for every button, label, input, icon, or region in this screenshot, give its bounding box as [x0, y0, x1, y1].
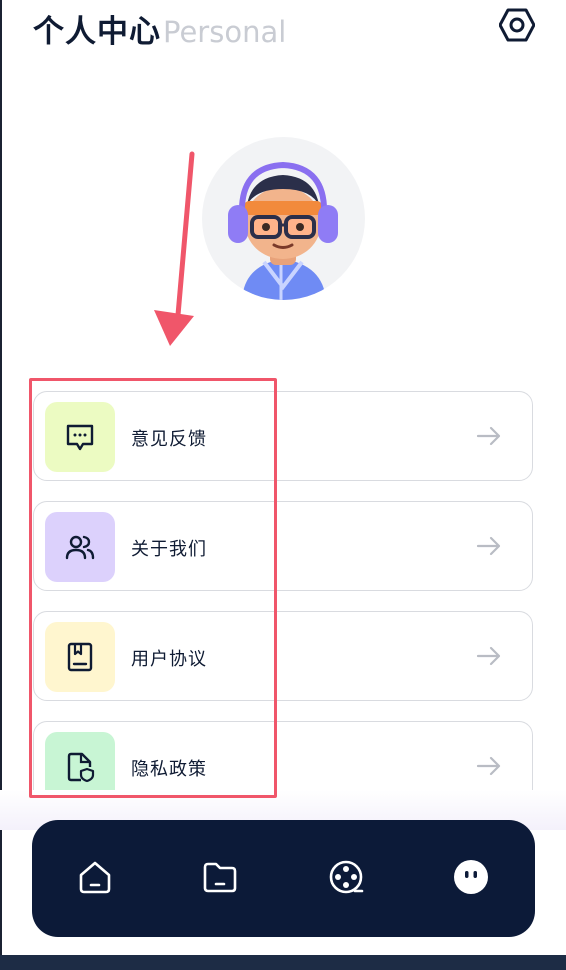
page-subtitle: Personal — [163, 15, 287, 49]
avatar-illustration — [228, 161, 338, 300]
arrow-right-icon — [476, 756, 501, 776]
avatar[interactable] — [202, 137, 365, 300]
profile-face-icon — [454, 860, 488, 894]
home-icon — [79, 861, 111, 894]
page-title: 个人中心 — [33, 14, 161, 50]
arrow-right-icon — [476, 426, 501, 446]
arrow-right-icon — [476, 646, 501, 666]
settings-button[interactable] — [498, 6, 536, 44]
tab-home[interactable] — [75, 857, 115, 897]
bottom-tab-bar — [32, 820, 535, 937]
film-reel-icon — [329, 860, 364, 894]
page-header: 个人中心 Personal — [33, 6, 287, 50]
arrow-right-icon — [476, 536, 501, 556]
tab-files[interactable] — [200, 857, 240, 897]
folder-icon — [203, 862, 237, 893]
hexagon-settings-icon — [499, 8, 535, 42]
annotation-highlight-box — [29, 378, 277, 798]
tab-media[interactable] — [326, 857, 366, 897]
tab-profile[interactable] — [451, 857, 491, 897]
bottom-strip — [0, 955, 566, 970]
annotation-arrow — [154, 151, 195, 346]
